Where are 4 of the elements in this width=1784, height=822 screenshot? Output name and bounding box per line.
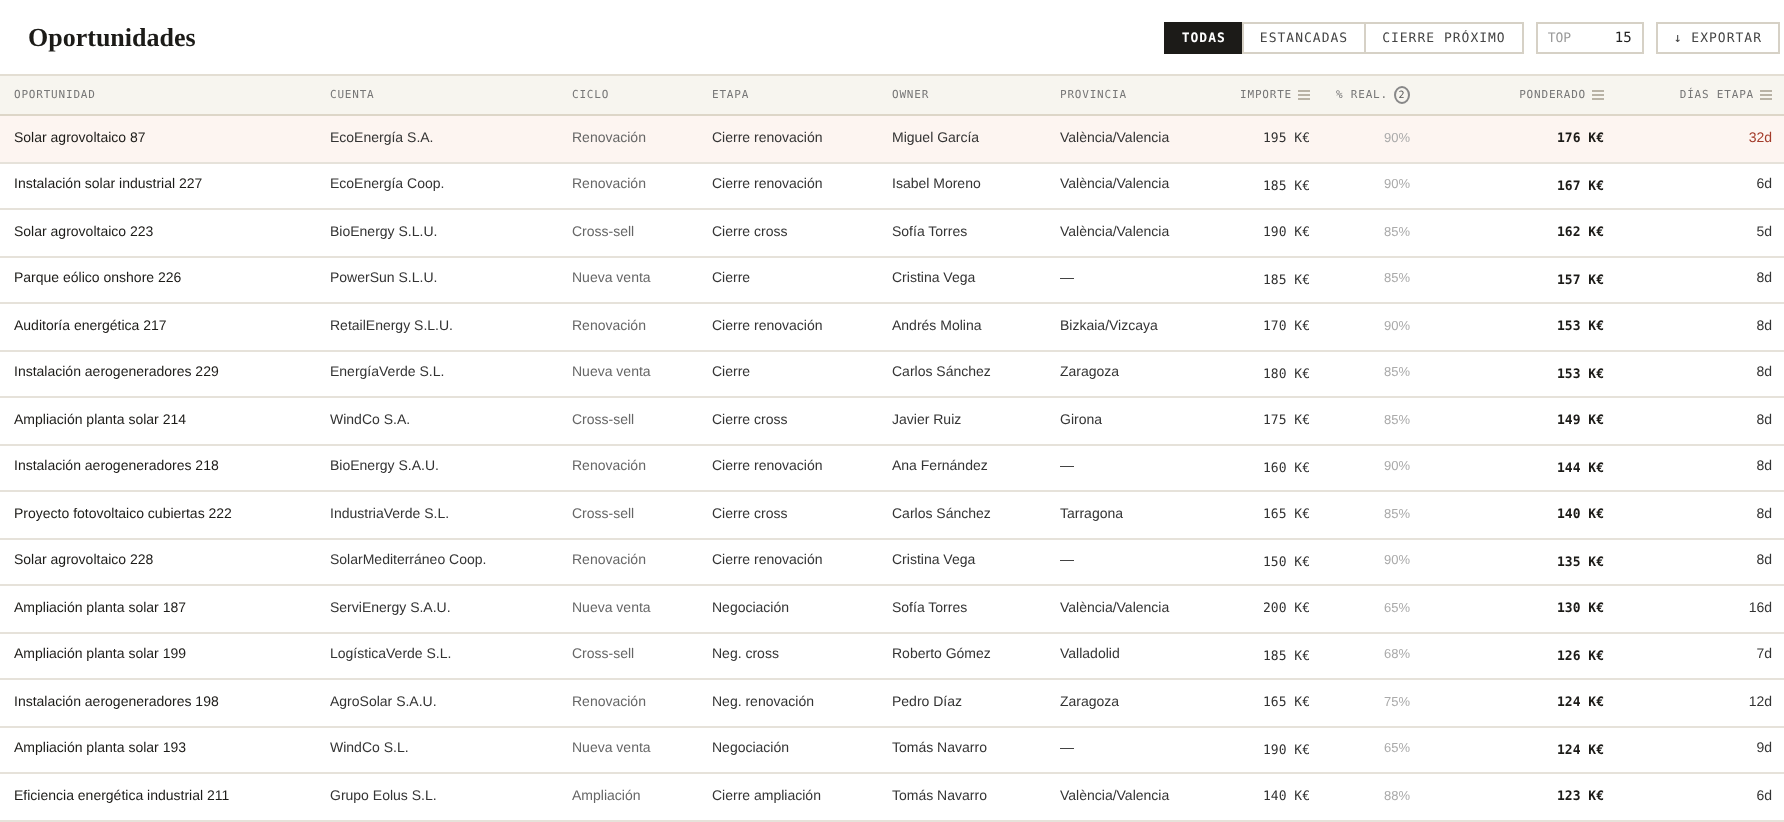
sort-icon[interactable] [1760,90,1772,100]
sort-icon[interactable] [1298,90,1310,100]
sort-icon[interactable] [1592,90,1604,100]
page-title: Oportunidades [28,21,196,53]
